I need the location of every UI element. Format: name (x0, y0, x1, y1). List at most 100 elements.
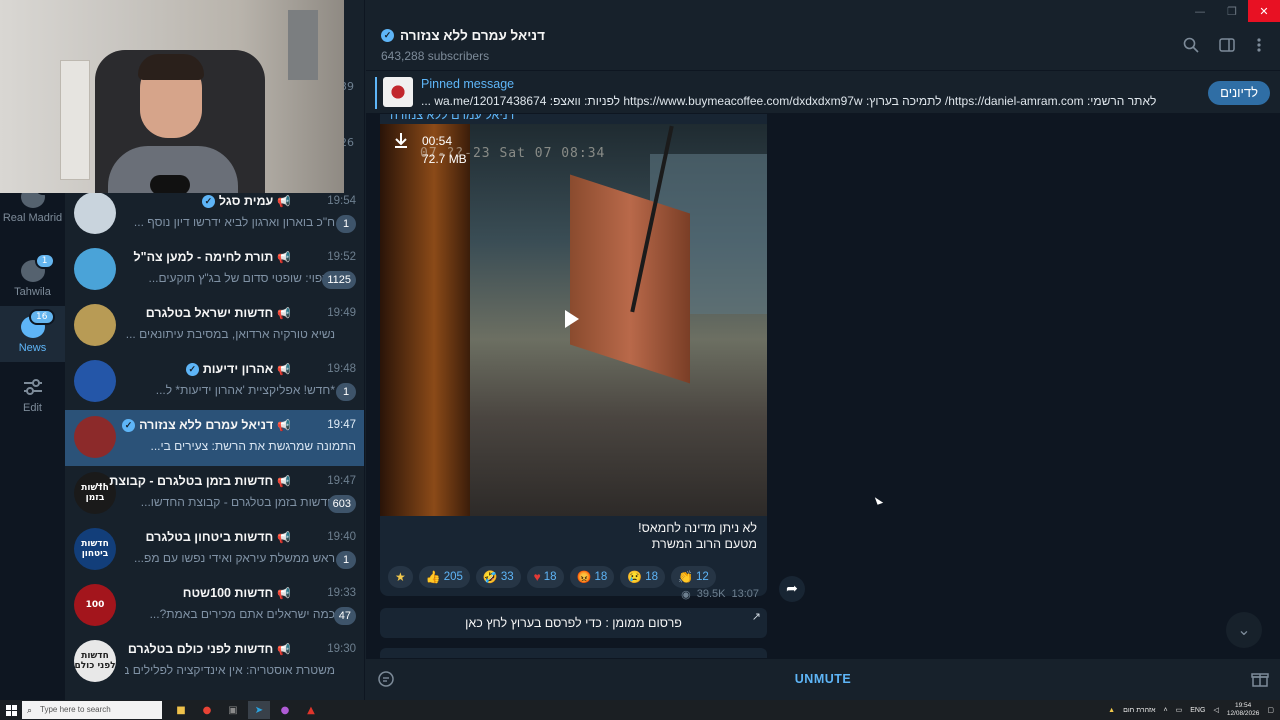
folder-badge: 1 (34, 253, 55, 269)
chat-name: 📢 חדשות לפני כולם בטלגרם (128, 642, 291, 656)
megaphone-icon: 📢 (277, 307, 291, 320)
eye-icon: ◉ (681, 589, 691, 601)
chrome-icon[interactable]: ● (196, 701, 218, 719)
chat-item[interactable]: חדשות בזמן 📢 חדשות בזמן בטלגרם - קבוצת ...… (65, 466, 364, 522)
chat-time: 19:52 (327, 251, 356, 263)
reaction-pill[interactable]: 😡 18 (569, 566, 615, 588)
more-options-icon[interactable] (1250, 37, 1268, 55)
chat-item[interactable]: 📢 חדשות ישראל בטלגרם 19:49 נשיא טורקיה ארדו… (65, 298, 364, 354)
chat-time: 19:30 (327, 643, 356, 655)
sidebar-toggle-icon[interactable] (1218, 37, 1236, 55)
chat-name: 📢 חדשות ביטחון בטלגרם (146, 530, 291, 544)
bottom-bar: UNMUTE (366, 658, 1280, 700)
post-meta: ◉ 39.5K 13:07 (681, 588, 759, 601)
reaction-count: 12 (696, 571, 709, 583)
pinned-message-bar[interactable]: Pinned message לאתר הרשמי: https://danie… (366, 70, 1280, 114)
sponsored-button[interactable]: פרסום ממומן : כדי לפרסם בערוץ לחץ כאן ↗ (380, 608, 767, 638)
chat-title: אהרון ידיעות (202, 362, 274, 376)
notification-icon[interactable]: ▢ (1267, 706, 1274, 714)
chat-avatar (74, 248, 116, 290)
chat-title: חדשות ביטחון בטלגרם (145, 530, 274, 544)
webcam-overlay (0, 0, 344, 193)
obs-icon[interactable]: ● (274, 701, 296, 719)
play-icon[interactable] (565, 310, 579, 328)
chat-preview: נשיא טורקיה ארדואן, במסיבת עיתונאים ... (125, 327, 335, 341)
chat-name: 📢 אהרון ידיעות ✓ (185, 362, 291, 376)
taskbar-clock[interactable]: 19:54 12/08/2026 (1227, 702, 1260, 718)
unread-badge: 603 (327, 495, 356, 513)
reactions-row: ★ 👍 205 🤣 33 ♥ 18 😡 18 😢 18 👏 12 (388, 566, 716, 588)
verified-icon: ✓ (122, 418, 136, 432)
video-player[interactable]: 07-??-23 Sat 07 08:34 00:54 72.7 MB (380, 124, 767, 516)
chat-item[interactable]: 100 📢 חדשות 100שטח 19:33 כמה ישראלים אתם מכי… (65, 578, 364, 634)
folder-edit[interactable]: Edit (0, 376, 65, 415)
minimize-button[interactable]: — (1184, 0, 1216, 22)
reaction-emoji: 👍 (425, 570, 441, 584)
reaction-pill[interactable]: 👏 12 (671, 566, 716, 588)
chat-name: 📢 תורת לחימה - למען צה"ל (134, 250, 291, 264)
file-explorer-icon[interactable]: ■ (170, 701, 192, 719)
share-icon[interactable]: ➦ (779, 576, 805, 602)
search-icon[interactable] (1182, 37, 1200, 55)
chat-item[interactable]: 📢 אהרון ידיעות ✓ 19:48 *חדש! אפליקציית 'אהרו… (65, 354, 364, 410)
unmute-button[interactable]: UNMUTE (366, 672, 1280, 686)
network-icon[interactable]: ▭ (1176, 706, 1183, 714)
clock-date: 12/08/2026 (1226, 710, 1260, 717)
windows-start-icon[interactable] (0, 700, 22, 720)
maximize-button[interactable]: ❐ (1216, 0, 1248, 22)
folder-news[interactable]: 16 News (0, 306, 65, 362)
language-indicator[interactable]: ENG (1190, 707, 1205, 714)
caption-line: לא ניתן מדינה לחמאס! (638, 521, 757, 535)
caption-line: מטעם הרוב המשרת (651, 537, 757, 551)
chat-item[interactable]: חדשות לפני כולם 📢 חדשות לפני כולם בטלגרם 19… (65, 634, 364, 690)
channel-post[interactable]: דניאל עמרם ללא צנזורה 07-??-23 Sat 07 08… (380, 114, 767, 601)
chat-preview: *חדש! אפליקציית 'אהרון ידיעות* ל... (155, 383, 335, 397)
chat-time: 19:49 (327, 307, 356, 319)
subscriber-count: 643,288 subscribers (381, 49, 490, 63)
folder-badge: 16 (29, 309, 55, 325)
chat-item[interactable]: 📢 עמית סגל ✓ 19:54 ח"כ בוארון וארגון לביא יד… (65, 186, 364, 242)
chat-name: 📢 חדשות ישראל בטלגרם (146, 306, 291, 320)
telegram-icon[interactable]: ➤ (248, 701, 270, 719)
megaphone-icon: 📢 (277, 195, 291, 208)
post-caption: לא ניתן מדינה לחמאס! מטעם הרוב המשרת (638, 520, 757, 552)
tray-chevron-icon[interactable]: ˄ (1164, 707, 1168, 714)
chat-avatar (74, 304, 116, 346)
chat-header[interactable]: דניאל עמרם ללא צנזורה ✓ 643,288 subscrib… (366, 22, 1280, 70)
volume-icon[interactable]: ◁ (1213, 706, 1218, 714)
chat-item[interactable]: חדשות ביטחון 📢 חדשות ביטחון בטלגרם 19:40 ראש… (65, 522, 364, 578)
taskbar-search-input[interactable]: ⌕ Type here to search (22, 701, 162, 719)
reaction-pill[interactable]: 🤣 33 (475, 566, 521, 588)
system-tray: ▲ אזהרת חום ˄ ▭ ENG ◁ 19:54 12/08/2026 ▢ (1108, 700, 1280, 720)
close-button[interactable]: ✕ (1248, 0, 1280, 22)
search-icon: ⌕ (27, 705, 33, 715)
download-icon[interactable] (394, 132, 412, 168)
chat-title: עמית סגל (218, 194, 274, 208)
reaction-pill[interactable]: 👍 205 (418, 566, 470, 588)
folder-icon: 16 (20, 309, 55, 338)
chat-time: 19:33 (327, 587, 356, 599)
webcam-background (60, 60, 90, 180)
app-icon[interactable]: ▣ (222, 701, 244, 719)
megaphone-icon: 📢 (277, 475, 291, 488)
video-size: 72.7 MB (422, 152, 467, 166)
chat-item[interactable]: 📢 תורת לחימה - למען צה"ל 19:52 כצפוי: שופטי… (65, 242, 364, 298)
reaction-pill[interactable]: ♥ 18 (526, 566, 564, 588)
avatar-text: חדשות ביטחון (81, 539, 109, 559)
chat-time: 19:48 (327, 363, 356, 375)
chat-item[interactable]: 📢 דניאל עמרם ללא צנזורה ✓ 19:47 התמונה שמרגש… (65, 410, 364, 466)
scroll-down-icon[interactable]: ⌄ (1226, 612, 1262, 648)
discussion-button[interactable]: לדיונים (1208, 81, 1270, 105)
pinned-thumbnail (383, 77, 413, 107)
folder-tahwila[interactable]: 1 Tahwila (0, 253, 65, 299)
reaction-pill[interactable]: ★ (388, 566, 413, 588)
warning-icon[interactable]: ▲ (1108, 707, 1115, 714)
pinned-title: Pinned message (421, 77, 515, 91)
app-icon[interactable]: ▲ (300, 701, 322, 719)
video-duration: 00:54 (422, 134, 453, 148)
video-frame (380, 124, 470, 516)
unread-badge: 1 (336, 551, 356, 569)
gift-icon[interactable] (1250, 670, 1270, 690)
reaction-pill[interactable]: 😢 18 (620, 566, 666, 588)
clock-time: 19:54 (1234, 702, 1252, 709)
